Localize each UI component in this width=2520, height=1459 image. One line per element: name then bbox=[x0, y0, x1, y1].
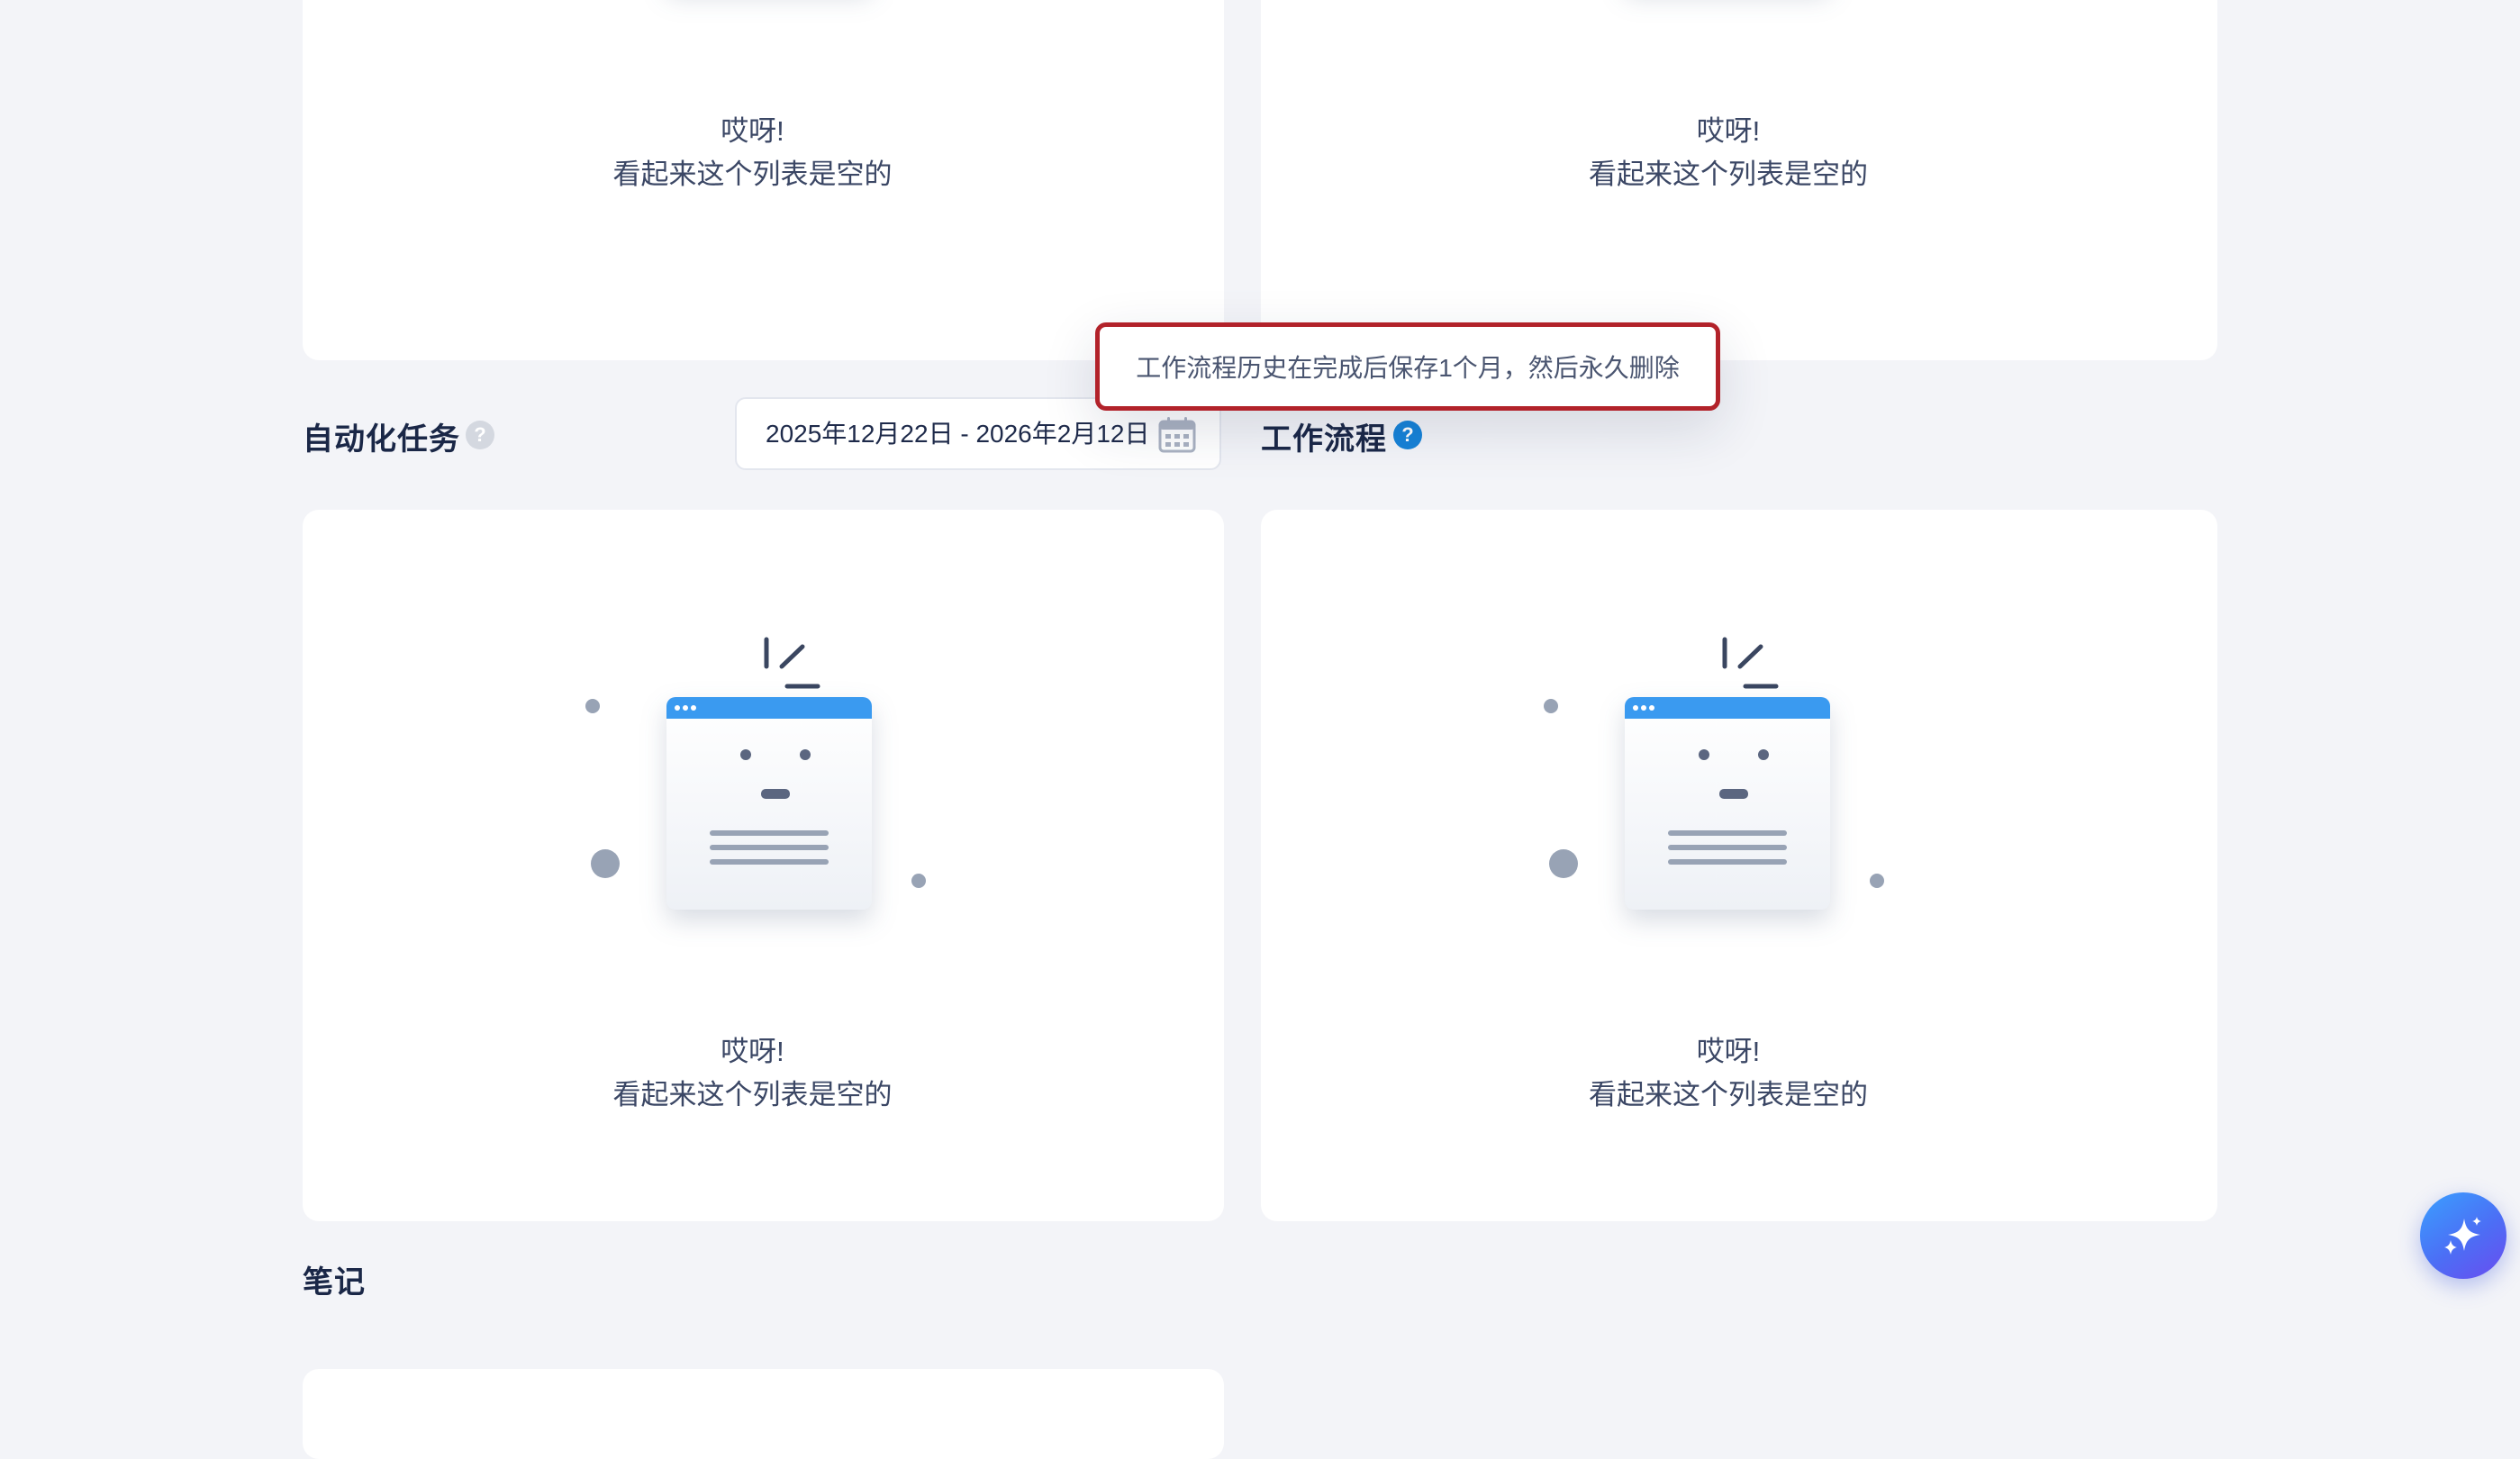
empty-message: 哎呀! 看起来这个列表是空的 bbox=[303, 110, 1213, 196]
workflow-title: 工作流程 bbox=[1261, 422, 1387, 457]
empty-message-title: 哎呀! bbox=[1696, 1036, 1761, 1067]
empty-message-subtitle: 看起来这个列表是空的 bbox=[612, 1079, 893, 1110]
empty-message-subtitle: 看起来这个列表是空的 bbox=[1589, 1079, 1868, 1110]
empty-message-title: 哎呀! bbox=[1696, 115, 1761, 147]
date-range-value: 2025年12月22日 - 2026年2月12日 bbox=[766, 420, 1150, 448]
automation-tasks-title: 自动化任务 bbox=[303, 422, 460, 457]
sparkle-icon bbox=[2444, 1217, 2481, 1255]
empty-message-subtitle: 看起来这个列表是空的 bbox=[612, 159, 893, 190]
empty-list-illustration bbox=[584, 0, 980, 54]
automation-tasks-card: 哎呀! 看起来这个列表是空的 bbox=[303, 510, 1224, 1221]
empty-message: 哎呀! 看起来这个列表是空的 bbox=[303, 1030, 1213, 1117]
calendar-icon[interactable] bbox=[1158, 417, 1196, 453]
ai-assistant-button[interactable] bbox=[2420, 1192, 2506, 1279]
empty-message-title: 哎呀! bbox=[721, 1036, 784, 1067]
workflow-help-icon[interactable]: ? bbox=[1393, 421, 1422, 449]
empty-list-illustration bbox=[1542, 0, 1938, 54]
top-right-card: 哎呀! 看起来这个列表是空的 bbox=[1261, 0, 2217, 360]
workflow-card: 哎呀! 看起来这个列表是空的 bbox=[1261, 510, 2217, 1221]
workflow-history-tooltip: 工作流程历史在完成后保存1个月，然后永久删除 bbox=[1095, 322, 1720, 411]
empty-list-illustration bbox=[1544, 637, 1884, 910]
empty-message-subtitle: 看起来这个列表是空的 bbox=[1589, 159, 1868, 190]
top-left-card: 哎呀! 看起来这个列表是空的 bbox=[303, 0, 1224, 360]
empty-list-illustration bbox=[585, 637, 926, 910]
page: { "empty_state": { "line1": "哎呀!", "line… bbox=[0, 0, 2520, 1459]
notes-title: 笔记 bbox=[303, 1265, 366, 1300]
empty-message-title: 哎呀! bbox=[721, 115, 784, 147]
empty-message: 哎呀! 看起来这个列表是空的 bbox=[1261, 1030, 2207, 1117]
automation-help-icon[interactable]: ? bbox=[466, 421, 494, 449]
empty-message: 哎呀! 看起来这个列表是空的 bbox=[1261, 110, 2207, 196]
notes-card bbox=[303, 1369, 1224, 1459]
